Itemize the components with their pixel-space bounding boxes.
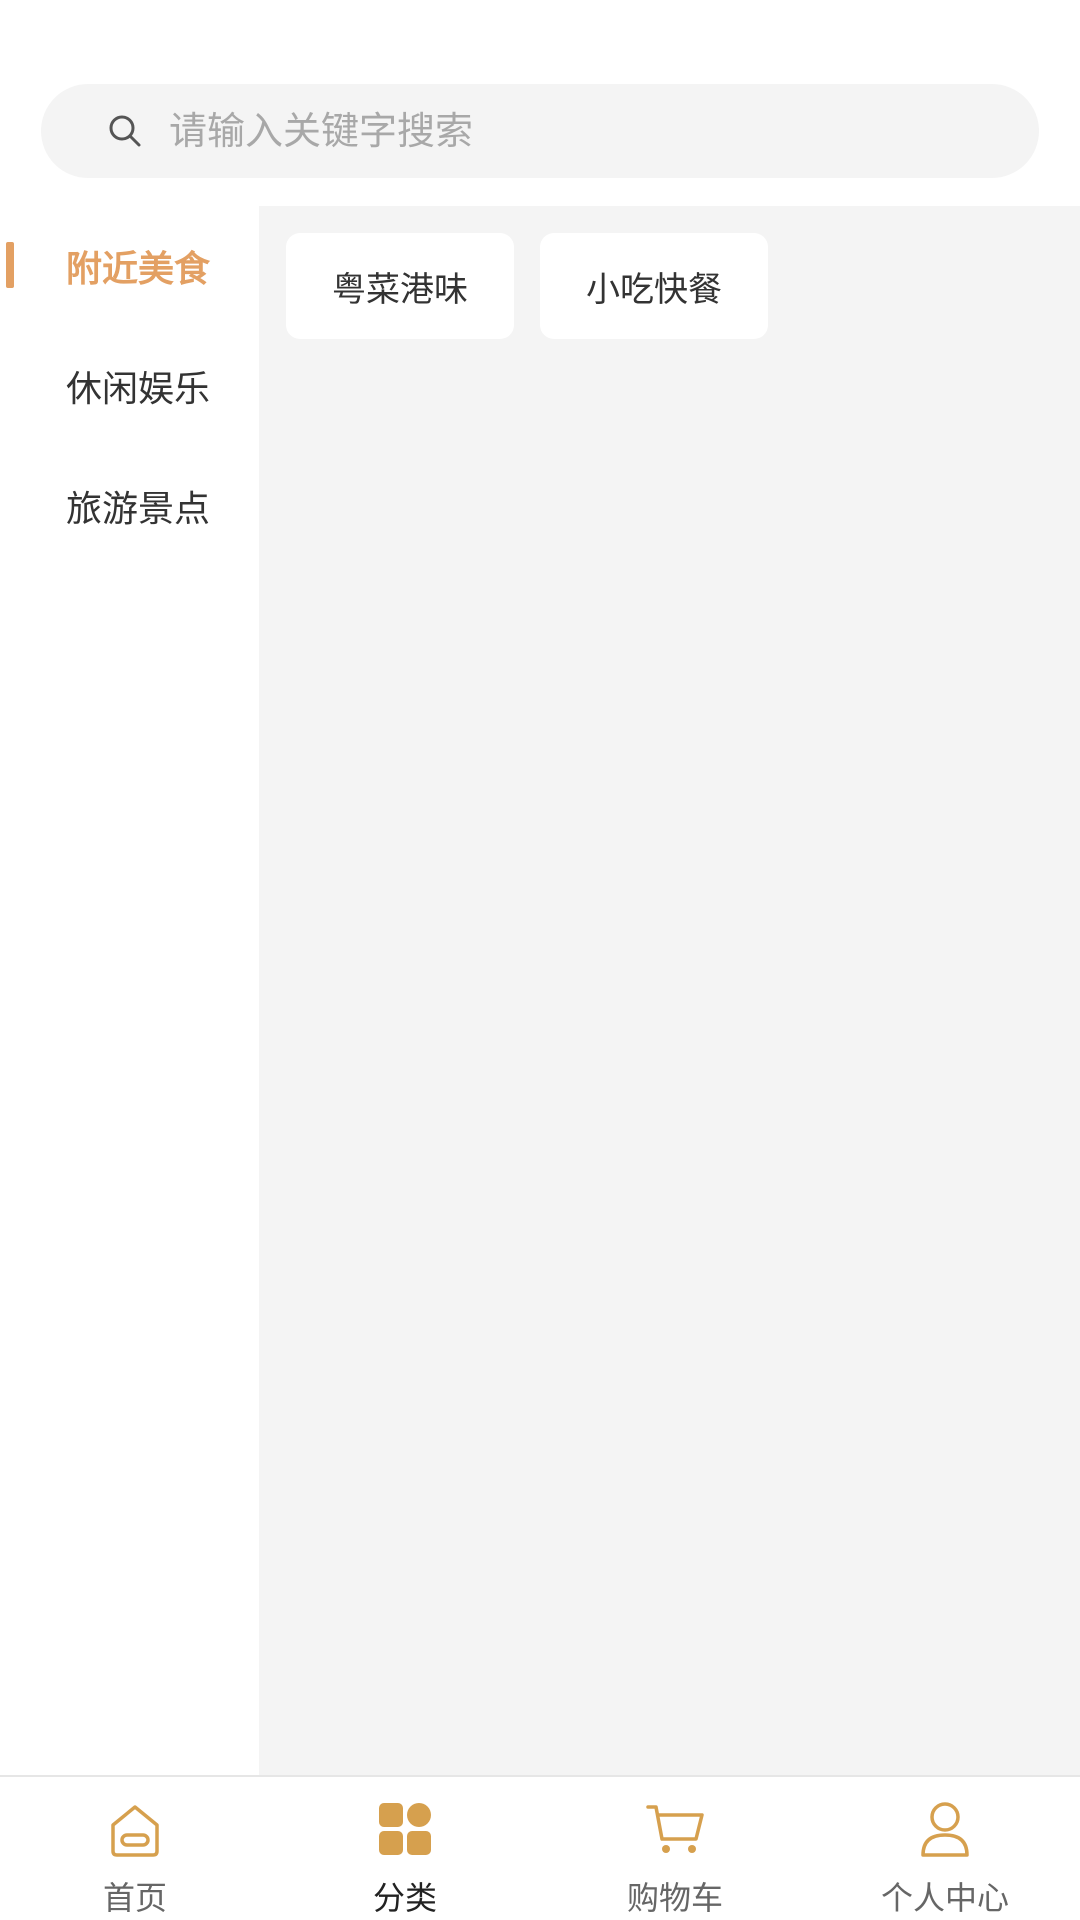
user-icon <box>913 1797 977 1861</box>
chip-label: 粤菜港味 <box>332 269 468 310</box>
tab-label: 分类 <box>372 1879 437 1917</box>
search-icon <box>103 109 147 153</box>
search-input[interactable] <box>169 101 929 161</box>
category-grid-icon <box>373 1797 437 1861</box>
sidebar-item-label: 附近美食 <box>66 249 211 290</box>
cart-icon <box>643 1797 707 1861</box>
tab-label: 个人中心 <box>880 1879 1009 1917</box>
subcategory-chip-cantonese[interactable]: 粤菜港味 <box>286 233 514 339</box>
category-page: 附近美食 休闲娱乐 旅游景点 粤菜港味 小吃快餐 首页 <box>0 0 1080 1920</box>
category-sidebar: 附近美食 休闲娱乐 旅游景点 <box>0 206 259 1775</box>
tab-home[interactable]: 首页 <box>0 1777 270 1920</box>
sidebar-item-scenic-spots[interactable]: 旅游景点 <box>0 446 259 566</box>
tab-label: 首页 <box>102 1879 167 1917</box>
subcategory-chip-snacks[interactable]: 小吃快餐 <box>540 233 768 339</box>
tab-cart[interactable]: 购物车 <box>540 1777 810 1920</box>
bottom-tab-bar: 首页 分类 购物车 个人中心 <box>0 1775 1080 1920</box>
tab-label: 购物车 <box>626 1879 723 1917</box>
tab-profile[interactable]: 个人中心 <box>810 1777 1080 1920</box>
sidebar-item-nearby-food[interactable]: 附近美食 <box>0 206 259 326</box>
sidebar-item-entertainment[interactable]: 休闲娱乐 <box>0 326 259 446</box>
subcategory-panel: 粤菜港味 小吃快餐 <box>259 206 1080 1775</box>
sidebar-item-label: 休闲娱乐 <box>66 369 211 410</box>
tab-category[interactable]: 分类 <box>270 1777 540 1920</box>
active-indicator <box>6 242 14 288</box>
search-bar[interactable] <box>41 84 1039 178</box>
home-icon <box>103 1797 167 1861</box>
chip-label: 小吃快餐 <box>586 269 722 310</box>
sidebar-item-label: 旅游景点 <box>66 489 211 530</box>
